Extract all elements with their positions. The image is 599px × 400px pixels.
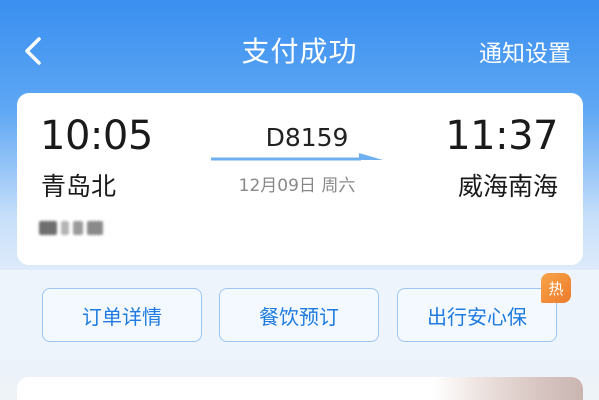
departure-station: 青岛北 xyxy=(41,172,117,201)
travel-date: 12月09日 周六 xyxy=(238,176,356,196)
arrival-station: 威海南海 xyxy=(457,172,558,201)
right-arrow-icon xyxy=(211,153,383,161)
meal-booking-button[interactable]: 餐饮预订 xyxy=(219,288,379,342)
notification-settings-link[interactable]: 通知设置 xyxy=(479,34,571,68)
promo-image xyxy=(433,377,583,400)
arrival-time: 11:37 xyxy=(445,113,558,159)
hot-badge: 热 xyxy=(541,273,571,303)
train-number: D8159 xyxy=(265,123,349,152)
promo-card[interactable] xyxy=(17,377,583,400)
travel-insurance-button[interactable]: 出行安心保 xyxy=(397,288,557,342)
action-buttons-row: 订单详情 餐饮预订 出行安心保 热 xyxy=(0,270,599,360)
order-details-button[interactable]: 订单详情 xyxy=(42,288,202,342)
header-bar: 支付成功 通知设置 xyxy=(0,0,599,92)
ticket-card: 10:05 青岛北 D8159 12月09日 周六 11:37 威海南海 xyxy=(17,93,583,265)
redacted-passenger-info xyxy=(39,217,109,239)
departure-time: 10:05 xyxy=(40,113,153,159)
